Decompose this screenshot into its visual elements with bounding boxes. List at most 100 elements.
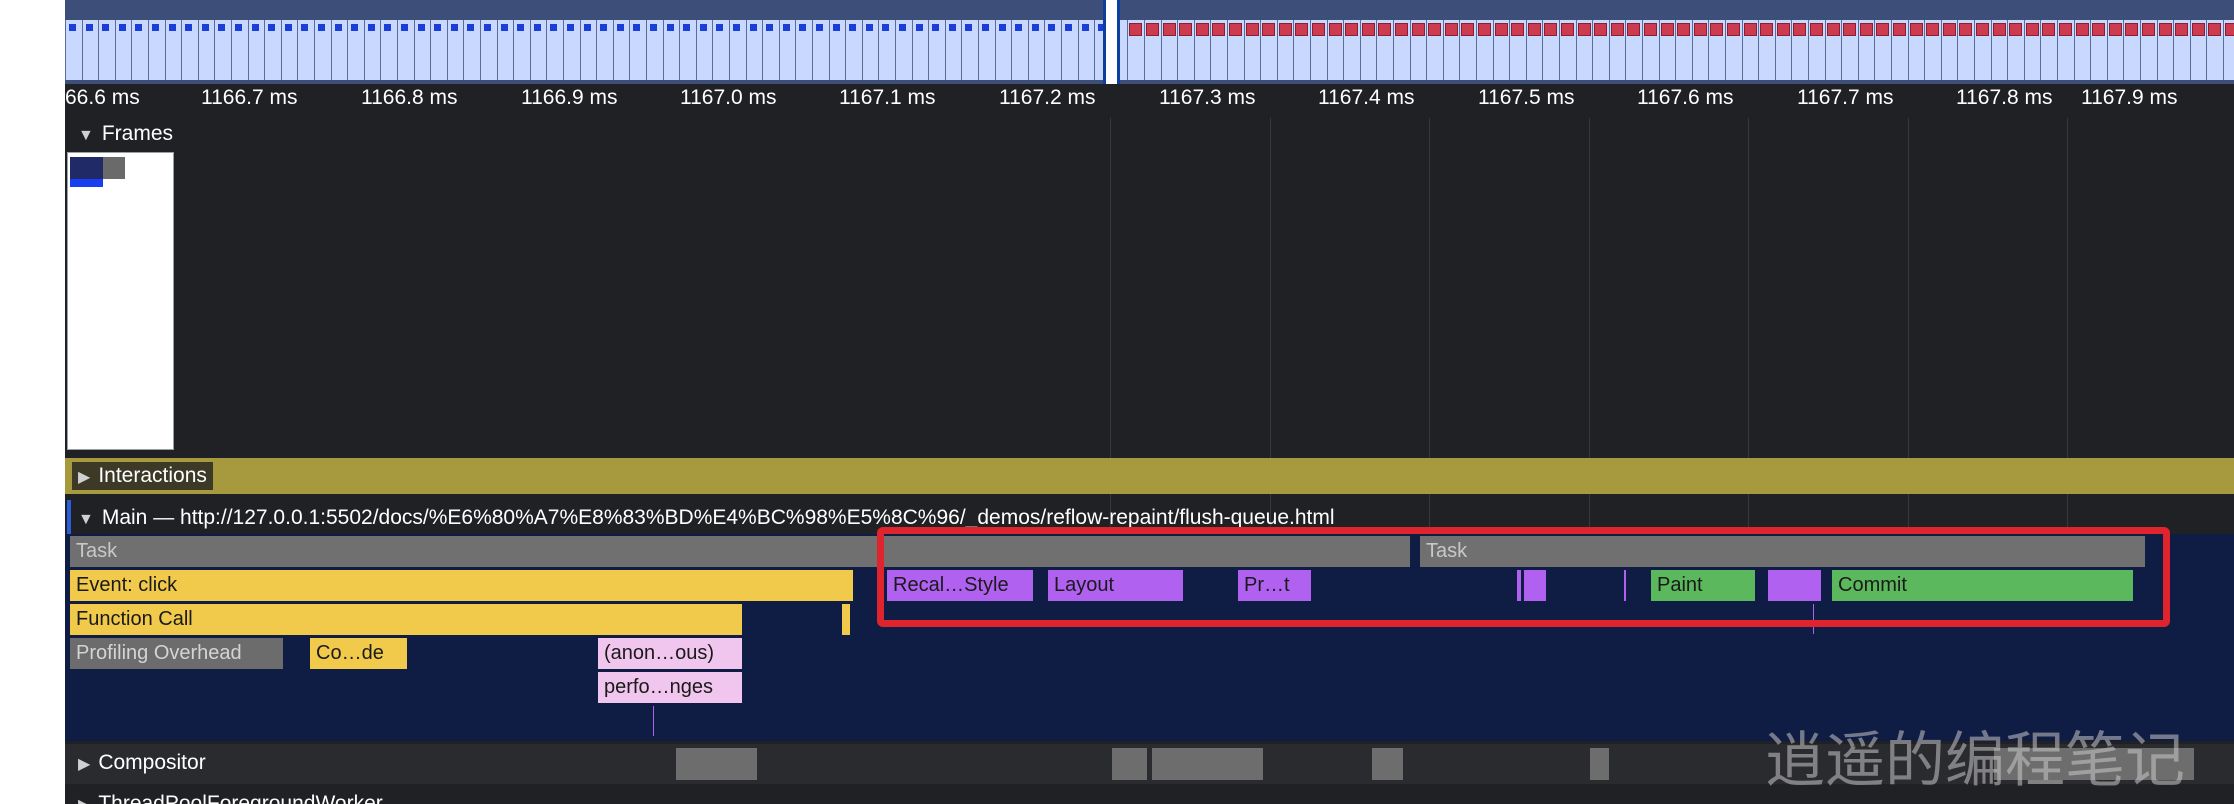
- expand-triangle-icon[interactable]: ▶: [78, 467, 90, 487]
- dropped-frame-marker: [1727, 23, 1740, 36]
- collapse-triangle-icon[interactable]: ▼: [78, 127, 94, 145]
- dropped-frame-marker: [1329, 23, 1342, 36]
- interactions-track[interactable]: [65, 458, 2234, 494]
- frame-marker: [1065, 24, 1072, 31]
- frame-marker: [401, 24, 408, 31]
- frame-marker: [1048, 24, 1055, 31]
- collapse-triangle-icon[interactable]: ▼: [78, 511, 94, 529]
- frame-marker: [766, 24, 773, 31]
- thread-pool-track-header[interactable]: ▶ ThreadPoolForegroundWorker: [78, 792, 383, 804]
- frame-cell-divider: [928, 20, 929, 80]
- dropped-frame-marker: [1876, 23, 1889, 36]
- dropped-frame-marker: [1445, 23, 1458, 36]
- frame-cell-divider: [1675, 20, 1676, 80]
- ruler-tick: 1167.0 ms: [680, 86, 777, 109]
- frame-cell-divider: [2190, 20, 2191, 80]
- frame-cell-divider: [1044, 20, 1045, 80]
- ruler-tick: 1167.9 ms: [2081, 86, 2178, 109]
- frame-cell-divider: [2223, 20, 2224, 80]
- compositor-slice[interactable]: [1112, 748, 1147, 780]
- frame-cell-divider: [497, 20, 498, 80]
- selection-handle-left[interactable]: [1103, 0, 1106, 84]
- frame-marker: [1082, 24, 1089, 31]
- dropped-frame-marker: [1395, 23, 1408, 36]
- ruler-tick: 1166.9 ms: [521, 86, 618, 109]
- frame-marker: [135, 24, 142, 31]
- frame-cell-divider: [364, 20, 365, 80]
- frame-cell-divider: [530, 20, 531, 80]
- frame-cell-divider: [945, 20, 946, 80]
- profiling-overhead-bar[interactable]: Profiling Overhead: [70, 638, 283, 669]
- dropped-frame-marker: [1926, 23, 1939, 36]
- frame-cell-divider: [2107, 20, 2108, 80]
- compositor-slice[interactable]: [1590, 748, 1609, 780]
- frame-marker: [467, 24, 474, 31]
- frame-cell-divider: [1559, 20, 1560, 80]
- frame-marker: [235, 24, 242, 31]
- frame-marker: [285, 24, 292, 31]
- dropped-frame-marker: [1561, 23, 1574, 36]
- frames-track-header[interactable]: ▼ Frames: [78, 122, 173, 146]
- ruler-tick: 1166.8 ms: [361, 86, 458, 109]
- dropped-frame-marker: [2059, 23, 2072, 36]
- frame-cell-divider: [1277, 20, 1278, 80]
- frame-cell-divider: [1177, 20, 1178, 80]
- frame-cell-divider: [165, 20, 166, 80]
- frame-cell-divider: [1891, 20, 1892, 80]
- dropped-frame-marker: [1461, 23, 1474, 36]
- expand-triangle-icon[interactable]: ▶: [78, 754, 90, 774]
- perform-changes-bar[interactable]: perfo…nges: [598, 672, 742, 703]
- frame-cell-divider: [663, 20, 664, 80]
- frame-marker: [965, 24, 972, 31]
- frame-cell-divider: [563, 20, 564, 80]
- frame-cell-divider: [961, 20, 962, 80]
- frame-cell-divider: [1609, 20, 1610, 80]
- frame-cell-divider: [1244, 20, 1245, 80]
- interactions-track-header[interactable]: ▶ Interactions: [72, 462, 213, 490]
- frame-marker: [534, 24, 541, 31]
- frame-marker: [567, 24, 574, 31]
- anonymous-function-bar[interactable]: (anon…ous): [598, 638, 742, 669]
- dropped-frame-marker: [1710, 23, 1723, 36]
- frame-cell-divider: [762, 20, 763, 80]
- compositor-track-header[interactable]: ▶ Compositor: [78, 751, 206, 775]
- compile-code-bar[interactable]: Co…de: [310, 638, 407, 669]
- dropped-frame-marker: [1412, 23, 1425, 36]
- scripting-slice[interactable]: [842, 604, 850, 635]
- selection-handle-right[interactable]: [1117, 0, 1120, 84]
- dropped-frame-marker: [1694, 23, 1707, 36]
- compositor-slice[interactable]: [1372, 748, 1403, 780]
- frame-marker: [169, 24, 176, 31]
- frame-cell-divider: [414, 20, 415, 80]
- frame-marker: [268, 24, 275, 31]
- frames-track-label: Frames: [101, 122, 174, 145]
- dropped-frame-marker: [2159, 23, 2172, 36]
- compositor-slice[interactable]: [676, 748, 757, 780]
- expand-triangle-icon[interactable]: ▶: [78, 795, 90, 804]
- frame-marker: [384, 24, 391, 31]
- function-call-bar[interactable]: Function Call: [70, 604, 742, 635]
- watermark: 逍遥的编程笔记: [1765, 726, 2185, 796]
- dropped-frame-marker: [1910, 23, 1923, 36]
- frame-cell-divider: [2157, 20, 2158, 80]
- dropped-frame-marker: [1627, 23, 1640, 36]
- frame-marker: [550, 24, 557, 31]
- frame-marker: [733, 24, 740, 31]
- frame-cell-divider: [978, 20, 979, 80]
- frame-cell-divider: [1144, 20, 1145, 80]
- dropped-frame-marker: [1262, 23, 1275, 36]
- frame-cell-divider: [1791, 20, 1792, 80]
- event-click-bar[interactable]: Event: click: [70, 570, 853, 601]
- frame-marker: [418, 24, 425, 31]
- main-track-label: Main — http://127.0.0.1:5502/docs/%E6%80…: [101, 506, 1335, 529]
- frame-cell-divider: [181, 20, 182, 80]
- dropped-frame-marker: [1229, 23, 1242, 36]
- frame-marker: [799, 24, 806, 31]
- frame-marker: [999, 24, 1006, 31]
- frame-cell-divider: [1509, 20, 1510, 80]
- ruler-tick: 1167.8 ms: [1956, 86, 2053, 109]
- frame-marker: [69, 24, 76, 31]
- frame-thumbnail[interactable]: [67, 152, 174, 450]
- compositor-slice[interactable]: [1152, 748, 1263, 780]
- frame-cell-divider: [1542, 20, 1543, 80]
